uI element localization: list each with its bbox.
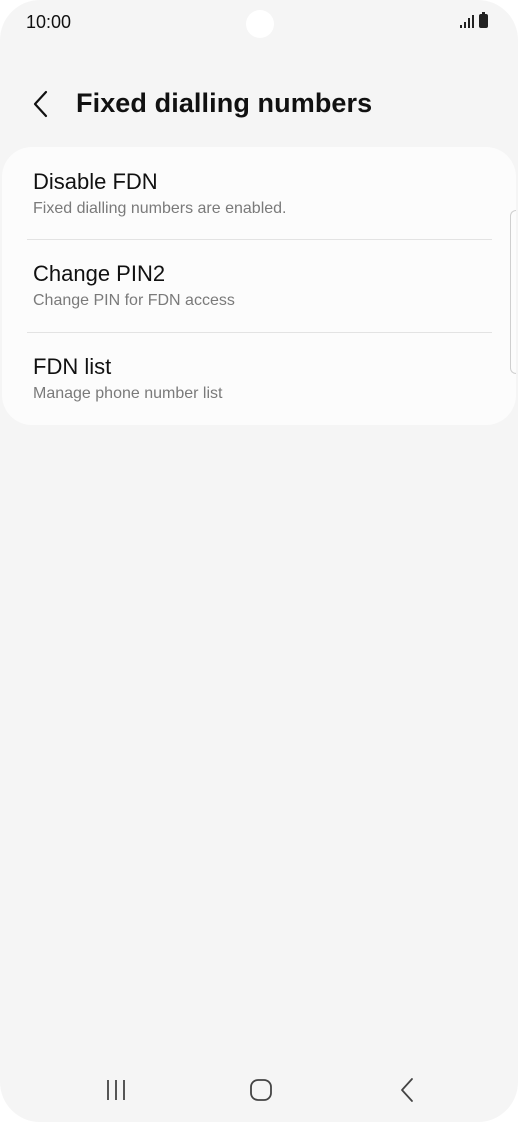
camera-cutout bbox=[246, 10, 274, 38]
item-subtitle: Fixed dialling numbers are enabled. bbox=[33, 200, 287, 217]
change-pin2-item[interactable]: Change PIN2 Change PIN for FDN access bbox=[2, 240, 516, 332]
recents-button[interactable] bbox=[104, 1078, 130, 1102]
item-title: Disable FDN bbox=[33, 169, 158, 194]
recents-icon bbox=[107, 1080, 125, 1100]
back-icon bbox=[401, 1078, 413, 1102]
phone-screen: 10:00 Fixed dialling numbers Disable FDN… bbox=[0, 0, 518, 1122]
app-header: Fixed dialling numbers bbox=[0, 70, 518, 140]
item-title: Change PIN2 bbox=[33, 261, 166, 286]
item-subtitle: Manage phone number list bbox=[33, 385, 223, 402]
home-button[interactable] bbox=[248, 1078, 274, 1102]
status-bar: 10:00 bbox=[0, 0, 518, 46]
item-title: FDN list bbox=[33, 354, 112, 379]
status-icons bbox=[460, 12, 488, 28]
signal-icon bbox=[460, 14, 474, 28]
chevron-left-icon bbox=[33, 90, 48, 118]
nav-back-button[interactable] bbox=[396, 1076, 420, 1104]
disable-fdn-item[interactable]: Disable FDN Fixed dialling numbers are e… bbox=[2, 147, 516, 239]
fdn-list-item[interactable]: FDN list Manage phone number list bbox=[2, 333, 516, 425]
settings-card: Disable FDN Fixed dialling numbers are e… bbox=[2, 147, 516, 425]
navigation-bar bbox=[0, 1062, 518, 1118]
scroll-indicator[interactable] bbox=[510, 210, 516, 374]
page-title: Fixed dialling numbers bbox=[76, 88, 373, 118]
status-time: 10:00 bbox=[26, 12, 72, 32]
item-subtitle: Change PIN for FDN access bbox=[33, 292, 235, 309]
home-icon bbox=[250, 1079, 272, 1101]
back-button[interactable] bbox=[28, 88, 58, 120]
battery-icon bbox=[479, 12, 488, 28]
